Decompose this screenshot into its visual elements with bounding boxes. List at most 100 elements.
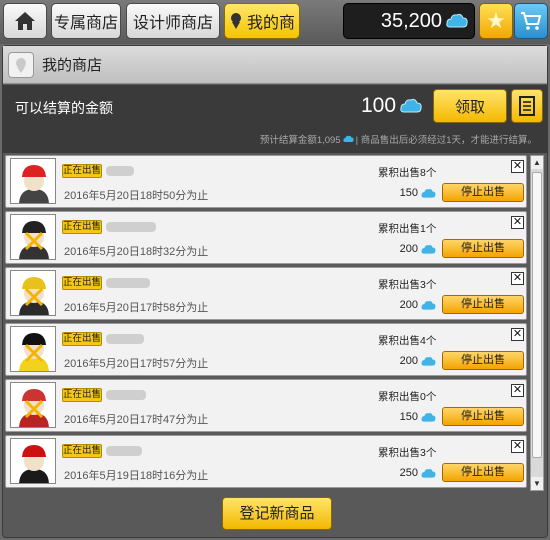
status-badge: 正在出售	[62, 276, 102, 290]
item-price-value: 200	[399, 355, 418, 367]
tab-my-shop-label: 我的商	[246, 15, 295, 32]
panel-header: 我的商店	[3, 46, 547, 84]
settle-amount: 100	[361, 94, 422, 118]
avatar-image-icon	[11, 439, 55, 483]
tab-my-shop[interactable]: 我的商	[224, 3, 300, 39]
stop-selling-button[interactable]: 停止出售	[442, 463, 524, 482]
status-badge: 正在出售	[62, 388, 102, 402]
sold-count: 累积出售1个	[378, 223, 437, 235]
claim-button-label: 领取	[454, 98, 485, 116]
item-price-value: 150	[399, 187, 418, 199]
sold-count: 累积出售0个	[378, 391, 437, 403]
close-icon[interactable]: ✕	[511, 440, 524, 453]
list-item: 正在出售 2016年5月19日18时16分为止 累积出售3个 250 停止出售 …	[5, 435, 527, 488]
item-price: 200	[356, 243, 436, 255]
item-avatar-thumbnail[interactable]	[10, 270, 56, 316]
register-new-item-label: 登记新商品	[239, 505, 315, 522]
item-price: 150	[356, 187, 436, 199]
tab-exclusive-shop-label: 专属商店	[53, 15, 118, 32]
tab-designer-shop-label: 设计师商店	[132, 15, 213, 32]
settlement-note-prefix: 预计结算金额1,095	[259, 135, 341, 146]
close-icon[interactable]: ✕	[511, 216, 524, 229]
list-item: 正在出售 2016年5月20日17时57分为止 累积出售4个 200 停止出售 …	[5, 323, 527, 376]
expiry-date: 2016年5月20日18时32分为止	[64, 246, 209, 258]
top-nav-bar: 专属商店 设计师商店 我的商 35,200 ★	[0, 0, 550, 44]
avatar-image-icon	[11, 383, 55, 427]
item-price: 200	[356, 299, 436, 311]
item-price-value: 150	[399, 411, 418, 423]
stop-selling-button[interactable]: 停止出售	[442, 183, 524, 202]
item-name-blurred	[106, 278, 150, 288]
scroll-thumb[interactable]	[532, 172, 542, 458]
expiry-date: 2016年5月19日18时16分为止	[64, 470, 209, 482]
stop-selling-button[interactable]: 停止出售	[442, 239, 524, 258]
expiry-date: 2016年5月20日18时50分为止	[64, 190, 209, 202]
cloud-gem-icon	[421, 356, 436, 366]
item-price-value: 200	[399, 243, 418, 255]
home-icon	[15, 12, 35, 30]
avatar-image-icon	[11, 215, 55, 259]
item-name-blurred	[106, 446, 142, 456]
item-name-blurred	[106, 390, 146, 400]
cloud-gem-icon	[421, 188, 436, 198]
stop-selling-button[interactable]: 停止出售	[442, 295, 524, 314]
avatar-image-icon	[11, 159, 55, 203]
sold-count: 累积出售3个	[378, 279, 437, 291]
item-avatar-thumbnail[interactable]	[10, 158, 56, 204]
stop-selling-button[interactable]: 停止出售	[442, 407, 524, 426]
scroll-down-arrow-icon[interactable]: ▼	[531, 477, 543, 490]
item-price-value: 200	[399, 299, 418, 311]
expiry-date: 2016年5月20日17时57分为止	[64, 358, 209, 370]
close-icon[interactable]: ✕	[511, 384, 524, 397]
item-price-value: 250	[399, 467, 418, 479]
list-item: 正在出售 2016年5月20日18时32分为止 累积出售1个 200 停止出售 …	[5, 211, 527, 264]
expiry-date: 2016年5月20日17时58分为止	[64, 302, 209, 314]
list-item: 正在出售 2016年5月20日17时58分为止 累积出售3个 200 停止出售 …	[5, 267, 527, 320]
list-item: 正在出售 2016年5月20日18时50分为止 累积出售8个 150 停止出售 …	[5, 155, 527, 208]
sold-count: 累积出售3个	[378, 447, 437, 459]
cloud-gem-icon	[400, 98, 422, 113]
item-avatar-thumbnail[interactable]	[10, 214, 56, 260]
cloud-gem-icon	[421, 300, 436, 310]
cloud-gem-icon	[446, 13, 468, 28]
status-badge: 正在出售	[62, 444, 102, 458]
cloud-gem-icon	[421, 412, 436, 422]
list-scrollbar[interactable]: ▲ ▼	[530, 155, 544, 491]
settlement-note: 预计结算金额1,095 | 商品售出后必须经过1天，才能进行结算。	[260, 132, 537, 146]
close-icon[interactable]: ✕	[511, 272, 524, 285]
avatar-image-icon	[11, 327, 55, 371]
item-price: 150	[356, 411, 436, 423]
status-badge: 正在出售	[62, 220, 102, 234]
register-new-item-button[interactable]: 登记新商品	[222, 497, 332, 530]
balance-amount: 35,200	[380, 9, 442, 32]
sold-count: 累积出售8个	[378, 167, 437, 179]
close-icon[interactable]: ✕	[511, 160, 524, 173]
settle-label: 可以结算的金额	[15, 100, 113, 116]
settlement-note-suffix: | 商品售出后必须经过1天，才能进行结算。	[355, 135, 537, 146]
status-badge: 正在出售	[62, 332, 102, 346]
item-name-blurred	[106, 166, 134, 176]
tab-designer-shop[interactable]: 设计师商店	[126, 3, 220, 39]
favorite-button[interactable]: ★	[479, 3, 513, 39]
stop-selling-button[interactable]: 停止出售	[442, 351, 524, 370]
tab-exclusive-shop[interactable]: 专属商店	[51, 3, 121, 39]
history-button[interactable]	[511, 89, 543, 123]
tab-home[interactable]	[3, 3, 47, 39]
person-pin-icon	[230, 13, 241, 29]
item-avatar-thumbnail[interactable]	[10, 438, 56, 484]
cart-button[interactable]	[514, 3, 548, 39]
my-shop-panel: 我的商店 可以结算的金额 100 领取 预计结算金额1,095 | 商品售出后必…	[2, 45, 548, 538]
item-list[interactable]: 正在出售 2016年5月20日18时50分为止 累积出售8个 150 停止出售 …	[5, 155, 527, 491]
claim-button[interactable]: 领取	[433, 89, 507, 123]
item-price: 200	[356, 355, 436, 367]
star-icon: ★	[486, 8, 506, 33]
cloud-gem-icon	[342, 135, 354, 142]
item-avatar-thumbnail[interactable]	[10, 382, 56, 428]
list-item: 正在出售 2016年5月20日17时47分为止 累积出售0个 150 停止出售 …	[5, 379, 527, 432]
sold-count: 累积出售4个	[378, 335, 437, 347]
currency-balance: 35,200	[343, 3, 475, 39]
item-avatar-thumbnail[interactable]	[10, 326, 56, 372]
expiry-date: 2016年5月20日17时47分为止	[64, 414, 209, 426]
scroll-up-arrow-icon[interactable]: ▲	[531, 156, 543, 169]
close-icon[interactable]: ✕	[511, 328, 524, 341]
